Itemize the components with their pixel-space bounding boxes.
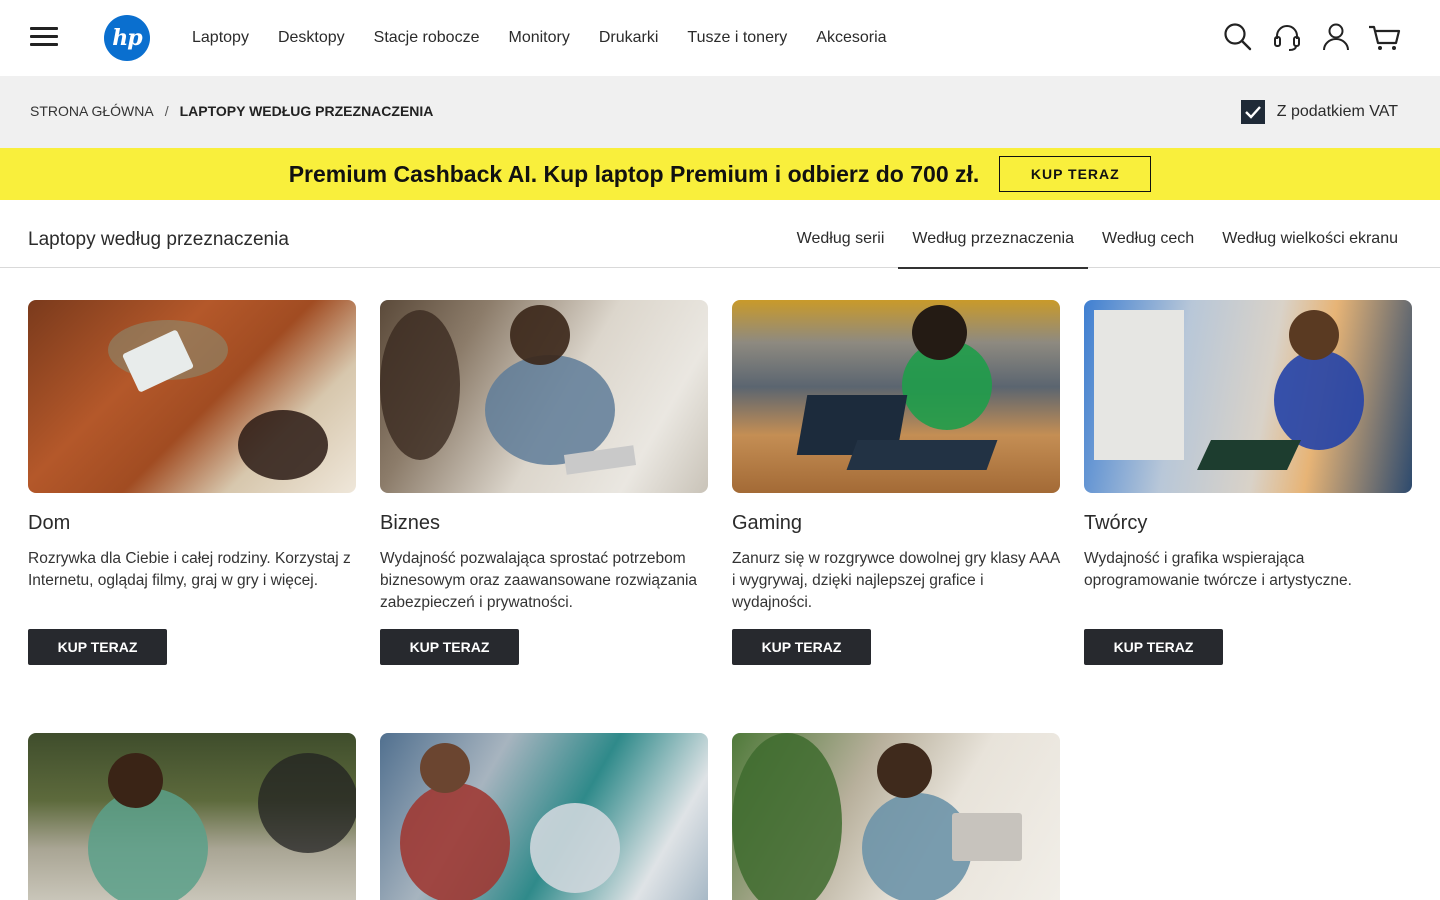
breadcrumb-current: LAPTOPY WEDŁUG PRZEZNACZENIA bbox=[179, 103, 434, 119]
header-actions bbox=[1206, 20, 1402, 54]
nav-drukarki[interactable]: Drukarki bbox=[599, 29, 659, 47]
card-title: Dom bbox=[28, 512, 71, 534]
card-title: Twórcy bbox=[1084, 512, 1148, 534]
promo-text: Premium Cashback AI. Kup laptop Premium … bbox=[288, 160, 980, 187]
buy-button[interactable]: KUP TERAZ bbox=[732, 629, 871, 665]
category-card-tworcy: Twórcy Wydajność i grafika wspierająca o… bbox=[1084, 300, 1412, 665]
card-image-home-office[interactable] bbox=[732, 733, 1060, 900]
card-image-gaming[interactable] bbox=[732, 300, 1060, 493]
category-card-outdoor bbox=[28, 733, 356, 900]
card-description: Zanurz się w rozgrywce dowolnej gry klas… bbox=[732, 550, 1060, 611]
card-image-office[interactable] bbox=[380, 733, 708, 900]
category-card-biznes: Biznes Wydajność pozwalająca sprostać po… bbox=[380, 300, 708, 665]
card-description: Wydajność i grafika wspierająca oprogram… bbox=[1084, 550, 1352, 589]
logo-text: hp bbox=[112, 25, 142, 51]
category-card-office bbox=[380, 733, 708, 900]
site-header: hp Laptopy Desktopy Stacje robocze Monit… bbox=[0, 0, 1440, 76]
breadcrumb: STRONA GŁÓWNA / LAPTOPY WEDŁUG PRZEZNACZ… bbox=[30, 103, 433, 119]
support-headset-icon[interactable] bbox=[1270, 20, 1304, 54]
page-title: Laptopy według przeznaczenia bbox=[28, 229, 289, 250]
tab-wedlug-wielkosci-ekranu[interactable]: Według wielkości ekranu bbox=[1208, 200, 1412, 268]
card-title: Biznes bbox=[380, 512, 441, 534]
nav-laptopy[interactable]: Laptopy bbox=[192, 29, 249, 47]
card-image-tworcy[interactable] bbox=[1084, 300, 1412, 493]
buy-button[interactable]: KUP TERAZ bbox=[28, 629, 167, 665]
buy-button[interactable]: KUP TERAZ bbox=[380, 629, 519, 665]
account-icon[interactable] bbox=[1319, 20, 1353, 54]
category-card-gaming: Gaming Zanurz się w rozgrywce dowolnej g… bbox=[732, 300, 1060, 665]
category-tabs: Według serii Według przeznaczenia Według… bbox=[783, 200, 1412, 269]
category-card-home-office bbox=[732, 733, 1060, 900]
card-image-outdoor[interactable] bbox=[28, 733, 356, 900]
card-description: Wydajność pozwalająca sprostać potrzebom… bbox=[380, 550, 698, 611]
nav-stacje-robocze[interactable]: Stacje robocze bbox=[374, 29, 480, 47]
breadcrumb-separator: / bbox=[164, 103, 169, 119]
promo-banner: Premium Cashback AI. Kup laptop Premium … bbox=[0, 148, 1440, 200]
vat-toggle[interactable]: Z podatkiem VAT bbox=[1240, 100, 1398, 124]
vat-label: Z podatkiem VAT bbox=[1276, 103, 1398, 120]
card-image-biznes[interactable] bbox=[380, 300, 708, 493]
nav-akcesoria[interactable]: Akcesoria bbox=[816, 29, 886, 47]
card-description: Rozrywka dla Ciebie i całej rodziny. Kor… bbox=[28, 550, 351, 589]
nav-tusze-i-tonery[interactable]: Tusze i tonery bbox=[687, 29, 787, 47]
nav-monitory[interactable]: Monitory bbox=[508, 29, 569, 47]
tab-wedlug-serii[interactable]: Według serii bbox=[783, 200, 899, 268]
menu-icon[interactable] bbox=[30, 27, 58, 49]
search-icon[interactable] bbox=[1221, 20, 1255, 54]
breadcrumb-home[interactable]: STRONA GŁÓWNA bbox=[30, 103, 154, 119]
category-card-dom: Dom Rozrywka dla Ciebie i całej rodziny.… bbox=[28, 300, 356, 665]
checkmark-icon bbox=[1244, 106, 1261, 119]
hp-logo[interactable]: hp bbox=[104, 15, 150, 61]
promo-buy-button[interactable]: KUP TERAZ bbox=[999, 156, 1152, 192]
vat-checkbox[interactable] bbox=[1240, 100, 1265, 124]
tab-wedlug-przeznaczenia[interactable]: Według przeznaczenia bbox=[898, 200, 1088, 269]
section-header: Laptopy według przeznaczenia Według seri… bbox=[0, 200, 1440, 269]
card-image-dom[interactable] bbox=[28, 300, 356, 493]
main-nav: Laptopy Desktopy Stacje robocze Monitory… bbox=[192, 0, 916, 76]
breadcrumb-bar: STRONA GŁÓWNA / LAPTOPY WEDŁUG PRZEZNACZ… bbox=[0, 76, 1440, 148]
card-title: Gaming bbox=[732, 512, 803, 534]
tab-wedlug-cech[interactable]: Według cech bbox=[1088, 200, 1208, 268]
nav-desktopy[interactable]: Desktopy bbox=[278, 29, 345, 47]
buy-button[interactable]: KUP TERAZ bbox=[1084, 629, 1223, 665]
cart-icon[interactable] bbox=[1368, 20, 1402, 54]
